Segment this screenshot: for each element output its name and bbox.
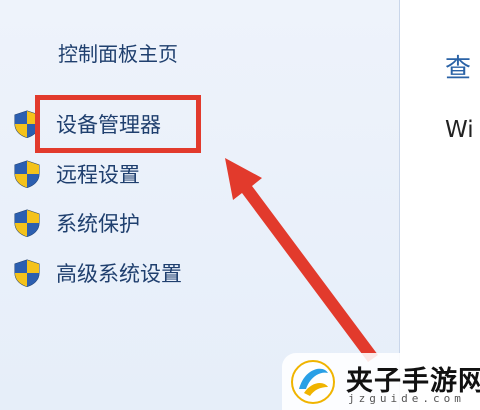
main-body-text: Wi: [445, 117, 474, 143]
sidebar-item-remote-settings[interactable]: 远程设置: [12, 158, 140, 190]
red-highlight-box: [35, 95, 201, 153]
watermark: 夹子手游网 jzguide.com: [282, 353, 480, 410]
sidebar-item-system-protection[interactable]: 系统保护: [12, 207, 140, 239]
sidebar-item-label: 系统保护: [56, 212, 140, 236]
site-logo-icon: [291, 360, 335, 404]
uac-shield-icon: [14, 259, 40, 288]
left-task-pane: 控制面板主页 设备管理器 远程设置 系统保护 高级系统设置: [0, 0, 400, 410]
page-title: 查: [445, 54, 472, 84]
sidebar-item-label: 远程设置: [56, 163, 140, 187]
uac-shield-icon: [14, 160, 40, 189]
sidebar-item-label: 高级系统设置: [56, 262, 182, 286]
control-panel-home-link[interactable]: 控制面板主页: [58, 38, 178, 67]
watermark-url: jzguide.com: [348, 392, 465, 405]
sidebar-item-advanced-system-settings[interactable]: 高级系统设置: [12, 257, 182, 289]
uac-shield-icon: [14, 209, 40, 238]
